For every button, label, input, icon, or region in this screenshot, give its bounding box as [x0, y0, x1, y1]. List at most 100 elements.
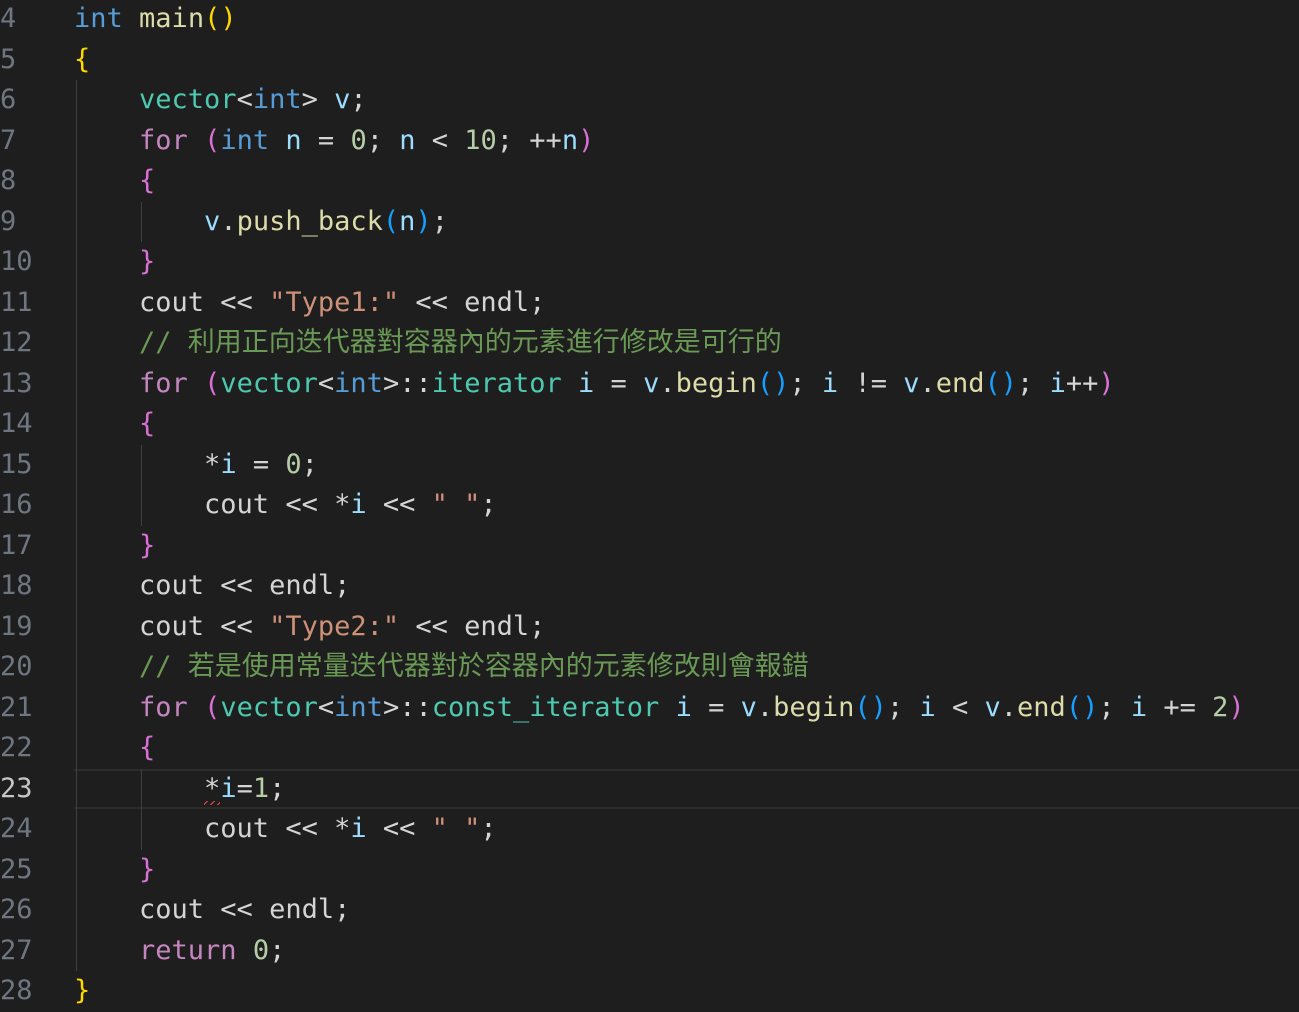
line-number: 21: [0, 691, 33, 723]
code-area[interactable]: {: [74, 728, 1299, 769]
code-token: (): [756, 367, 790, 399]
code-line[interactable]: 8 {: [0, 161, 1299, 202]
code-line[interactable]: 5{: [0, 40, 1299, 81]
line-number: 8: [0, 165, 17, 196]
code-token: cout <<: [74, 610, 270, 642]
code-area[interactable]: }: [74, 526, 1299, 567]
code-text: vector<int> v;: [74, 80, 367, 121]
code-token: .: [756, 691, 774, 723]
code-area[interactable]: *i=1;: [74, 769, 1299, 810]
code-line[interactable]: 10 }: [0, 242, 1299, 283]
code-text: cout << "Type1:" << endl;: [74, 283, 545, 324]
code-area[interactable]: for (int n = 0; n < 10; ++n): [74, 121, 1299, 162]
code-token: ;: [269, 934, 286, 966]
code-line[interactable]: 24 cout << *i << " ";: [0, 809, 1299, 850]
code-text: cout << "Type2:" << endl;: [74, 607, 545, 648]
code-token: // 利用正向迭代器對容器內的元素進行修改是可行的: [139, 327, 782, 358]
code-line[interactable]: 14 {: [0, 404, 1299, 445]
code-token: =: [236, 448, 286, 480]
code-token: .: [220, 205, 237, 237]
code-token: <: [415, 124, 465, 156]
code-editor[interactable]: 4 int main() 5{6 vector<int> v; 7 for (int …: [0, 0, 1299, 1009]
code-area[interactable]: {: [74, 40, 1299, 81]
error-squiggle[interactable]: [204, 800, 221, 805]
code-token: cout << *: [74, 813, 351, 844]
code-area[interactable]: *i = 0;: [74, 445, 1299, 486]
code-line[interactable]: 15 *i = 0;: [0, 445, 1299, 486]
code-token: .: [659, 367, 676, 399]
code-area[interactable]: // 若是使用常量迭代器對於容器內的元素修改則會報錯: [74, 647, 1299, 688]
code-line[interactable]: 28}: [0, 971, 1299, 1012]
code-token: begin: [675, 367, 757, 399]
code-line[interactable]: 21 for (vector<int>::const_iterator i = …: [0, 688, 1299, 729]
code-token: push_back: [236, 205, 383, 237]
code-line[interactable]: 23 *i=1;: [0, 769, 1299, 810]
code-token: v: [334, 84, 351, 115]
code-line[interactable]: 13 for (vector<int>::iterator i = v.begi…: [0, 364, 1299, 405]
code-area[interactable]: int main(): [74, 0, 1299, 40]
code-line[interactable]: 18 cout << endl;: [0, 566, 1299, 607]
code-token: ; ++: [496, 124, 562, 156]
code-token: (): [1065, 691, 1099, 723]
code-line[interactable]: 20 // 若是使用常量迭代器對於容器內的元素修改則會報錯: [0, 647, 1299, 688]
code-area[interactable]: cout << endl;: [74, 890, 1299, 931]
code-area[interactable]: {: [74, 161, 1299, 202]
code-line[interactable]: 12 // 利用正向迭代器對容器內的元素進行修改是可行的: [0, 323, 1299, 364]
code-line[interactable]: 22 {: [0, 728, 1299, 769]
code-line[interactable]: 6 vector<int> v;: [0, 80, 1299, 121]
line-number: 7: [0, 124, 17, 156]
code-token: end: [935, 367, 985, 399]
code-area[interactable]: v.push_back(n);: [74, 202, 1299, 243]
code-line[interactable]: 9 v.push_back(n);: [0, 202, 1299, 243]
code-area[interactable]: for (vector<int>::const_iterator i = v.b…: [74, 688, 1299, 729]
code-token: ): [415, 205, 432, 237]
code-token: iterator: [431, 367, 562, 399]
code-area[interactable]: vector<int> v;: [74, 80, 1299, 121]
code-token: ;: [366, 124, 400, 156]
code-token: (): [854, 691, 887, 723]
code-token: (): [984, 367, 1018, 399]
code-token: ;: [350, 84, 367, 115]
code-token: v: [740, 691, 757, 723]
code-area[interactable]: }: [74, 242, 1299, 283]
code-token: >: [301, 84, 335, 115]
code-token: 0: [252, 934, 270, 966]
code-text: *i = 0;: [74, 445, 318, 486]
code-area[interactable]: return 0;: [74, 931, 1299, 972]
code-token: int: [334, 691, 383, 723]
indent-guide-loop1: [141, 201, 142, 242]
code-token: ): [578, 124, 595, 156]
code-line[interactable]: 16 cout << *i << " ";: [0, 485, 1299, 526]
code-line[interactable]: 4 int main(): [0, 0, 1299, 40]
code-line[interactable]: 7 for (int n = 0; n < 10; ++n): [0, 121, 1299, 162]
code-token: +=: [1147, 691, 1213, 723]
code-line[interactable]: 25 }: [0, 850, 1299, 891]
line-number: 12: [0, 327, 33, 358]
code-line[interactable]: 27 return 0;: [0, 931, 1299, 972]
code-area[interactable]: cout << "Type1:" << endl;: [74, 283, 1299, 324]
code-token: =: [301, 124, 351, 156]
code-area[interactable]: cout << endl;: [74, 566, 1299, 607]
indent-guide-outer: [76, 80, 77, 971]
code-token: ): [1098, 367, 1115, 399]
code-token: (: [204, 691, 221, 723]
code-token: "Type2:": [269, 610, 400, 642]
code-token: int: [220, 124, 270, 156]
code-area[interactable]: cout << *i << " ";: [74, 809, 1299, 850]
code-line[interactable]: 11 cout << "Type1:" << endl;: [0, 283, 1299, 324]
code-area[interactable]: {: [74, 404, 1299, 445]
code-area[interactable]: for (vector<int>::iterator i = v.begin()…: [74, 364, 1299, 405]
code-token: begin: [773, 691, 855, 723]
code-line[interactable]: 17 }: [0, 526, 1299, 567]
code-line[interactable]: 26 cout << endl;: [0, 890, 1299, 931]
code-token: vector: [220, 691, 318, 723]
code-area[interactable]: }: [74, 971, 1299, 1012]
code-area[interactable]: cout << "Type2:" << endl;: [74, 607, 1299, 648]
code-line[interactable]: 19 cout << "Type2:" << endl;: [0, 607, 1299, 648]
code-area[interactable]: cout << *i << " ";: [74, 485, 1299, 526]
code-area[interactable]: // 利用正向迭代器對容器內的元素進行修改是可行的: [74, 323, 1299, 364]
code-token: {: [139, 408, 156, 439]
code-area[interactable]: }: [74, 850, 1299, 891]
